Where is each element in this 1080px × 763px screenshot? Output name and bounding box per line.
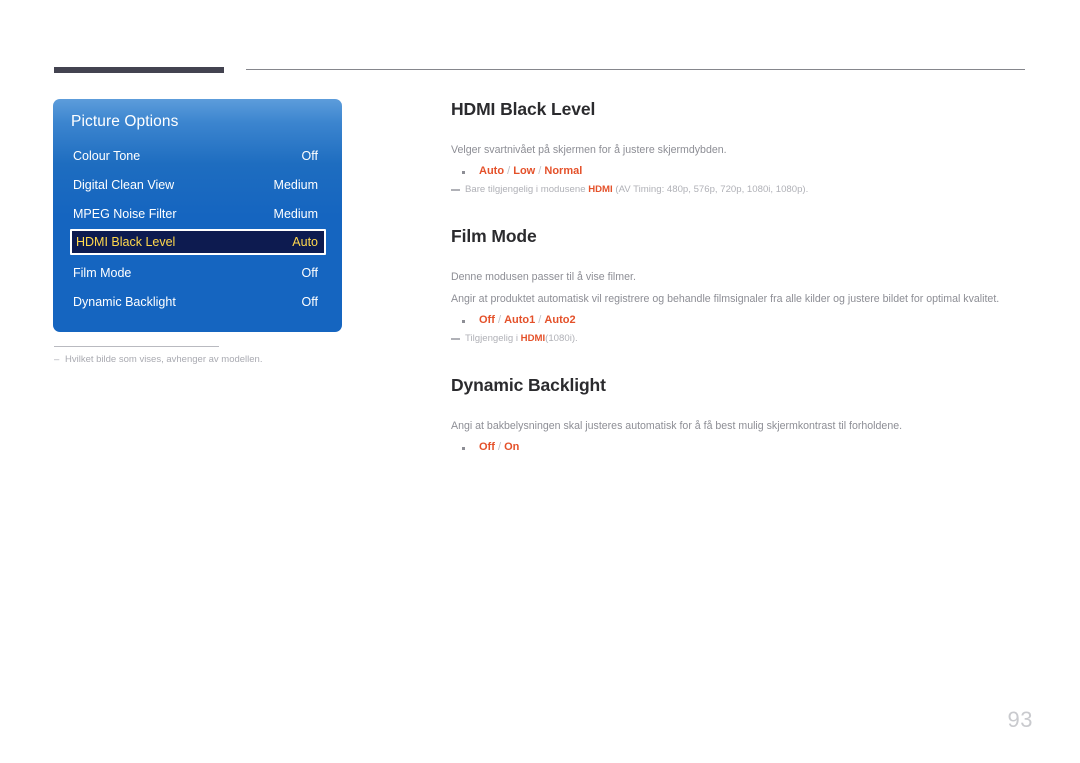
option-value: Auto1 [504, 314, 536, 327]
section-heading: Dynamic Backlight [451, 374, 606, 395]
section-dynamic-backlight: Dynamic Backlight Angi at bakbelysningen… [451, 375, 1027, 453]
osd-row-value: Off [301, 294, 318, 309]
osd-row-dynamic-backlight[interactable]: Dynamic Backlight Off [53, 287, 342, 316]
note-highlight: HDMI [520, 333, 546, 345]
option-value: Auto2 [544, 314, 576, 327]
section-heading: HDMI Black Level [451, 99, 596, 119]
option-value: On [504, 441, 520, 454]
section-note: Tilgjengelig i HDMI(1080i). [451, 332, 1027, 346]
osd-row-digital-clean-view[interactable]: Digital Clean View Medium [53, 170, 342, 199]
left-footnote-rule [54, 346, 219, 347]
osd-row-value: Auto [292, 235, 318, 249]
option-list: Off / Auto1 / Auto2 [451, 314, 1027, 326]
option-value: Off [479, 441, 495, 454]
osd-row-film-mode[interactable]: Film Mode Off [53, 258, 342, 287]
osd-row-value: Off [301, 265, 318, 280]
note-text-post: (AV Timing: 480p, 576p, 720p, 1080i, 108… [612, 184, 809, 196]
osd-row-value: Medium [273, 177, 318, 192]
osd-row-label: MPEG Noise Filter [73, 206, 177, 221]
section-note: Bare tilgjengelig i modusene HDMI (AV Ti… [451, 183, 1027, 197]
osd-row-mpeg-noise-filter[interactable]: MPEG Noise Filter Medium [53, 199, 342, 228]
osd-row-hdmi-black-level[interactable]: HDMI Black Level Auto [70, 229, 326, 255]
option-value: Low [513, 165, 536, 178]
section-heading: Film Mode [451, 225, 537, 246]
left-footnote-text: Hvilket bilde som vises, avhenger av mod… [65, 354, 263, 365]
header-accent-bar [54, 67, 224, 73]
section-body: Denne modusen passer til å vise filmer. [451, 270, 636, 283]
note-dash-icon [451, 189, 460, 192]
bullet-icon [462, 320, 465, 323]
osd-row-colour-tone[interactable]: Colour Tone Off [53, 141, 342, 170]
left-footnote: – Hvilket bilde som vises, avhenger av mo… [54, 354, 262, 365]
page-number: 93 [1007, 707, 1033, 732]
header-divider-line [246, 69, 1025, 70]
osd-row-label: Digital Clean View [73, 177, 175, 192]
option-value: Auto [479, 165, 505, 178]
note-text-post: (1080i). [545, 333, 578, 345]
section-hdmi-black-level: HDMI Black Level Velger svartnivået på s… [451, 99, 1027, 198]
osd-row-label: Film Mode [73, 265, 132, 280]
note-dash-icon [451, 338, 460, 341]
osd-picture-options-panel: Picture Options Colour Tone Off Digital … [53, 99, 342, 332]
bullet-icon [462, 447, 465, 450]
option-value: Off [479, 314, 495, 327]
section-body: Angi at bakbelysningen skal justeres aut… [451, 419, 903, 432]
osd-panel-title: Picture Options [71, 113, 179, 130]
note-highlight: HDMI [588, 184, 613, 196]
note-text-pre: Tilgjengelig i [465, 333, 521, 345]
section-body: Angir at produktet automatisk vil regist… [451, 293, 1000, 306]
option-value: Normal [544, 165, 583, 178]
content-column: HDMI Black Level Velger svartnivået på s… [451, 99, 1027, 453]
osd-row-value: Medium [273, 206, 318, 221]
osd-row-value: Off [301, 148, 318, 163]
note-text-pre: Bare tilgjengelig i modusene [465, 184, 589, 196]
option-list: Off / On [451, 441, 1027, 453]
bullet-icon [462, 171, 465, 174]
section-body: Velger svartnivået på skjermen for å jus… [451, 144, 727, 156]
osd-row-label: Colour Tone [73, 148, 141, 163]
footnote-dash-icon: – [54, 354, 60, 365]
section-film-mode: Film Mode Denne modusen passer til å vis… [451, 226, 1027, 347]
option-list: Auto / Low / Normal [451, 165, 1027, 177]
osd-row-label: HDMI Black Level [76, 235, 176, 249]
osd-row-label: Dynamic Backlight [73, 294, 176, 309]
